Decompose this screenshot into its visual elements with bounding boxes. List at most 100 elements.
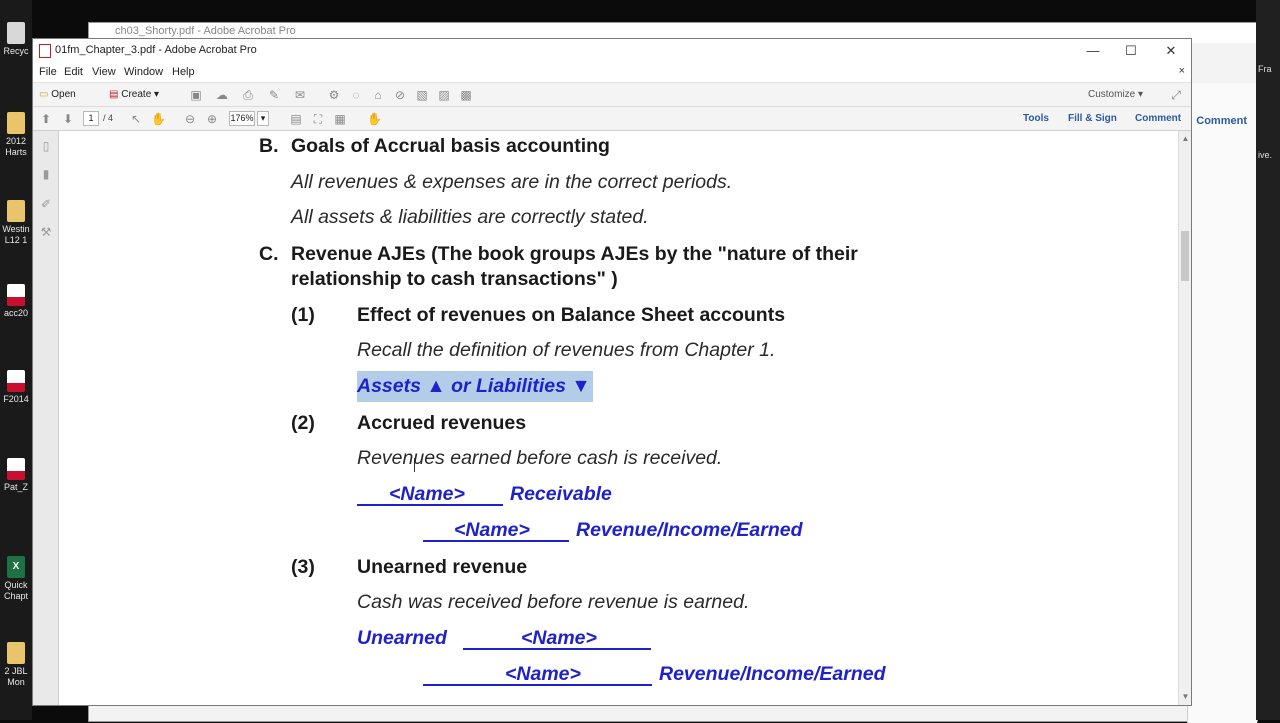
next-page-icon[interactable]: ⬇: [61, 112, 75, 126]
menu-help[interactable]: Help: [172, 66, 195, 78]
print-icon[interactable]: ⎙: [241, 88, 255, 102]
menu-view[interactable]: View: [92, 66, 116, 78]
zoom-out-icon[interactable]: ⊖: [183, 112, 197, 126]
pdf-app-icon: [39, 44, 51, 58]
delete-page-icon[interactable]: ⊘: [393, 88, 407, 102]
item3-entry1-prefix: Unearned: [357, 627, 447, 649]
pdf-file-icon: [7, 370, 25, 392]
desktop-right-strip: Fra ive.: [1256, 0, 1280, 720]
menu-file[interactable]: File: [39, 66, 57, 78]
pdf-file-icon: [7, 284, 25, 306]
desktop-right-label-1: Fra: [1258, 64, 1272, 74]
open-button[interactable]: ▭ Open: [39, 86, 76, 104]
scroll-down-icon[interactable]: ▼: [1180, 691, 1191, 702]
email-icon[interactable]: ✉: [293, 88, 307, 102]
item2-entry1-account: Receivable: [510, 483, 612, 505]
hand-tool-icon[interactable]: ✋: [151, 112, 166, 126]
main-toolbar: ▭ Open ▤ Create ▾ ▣ ☁ ⎙ ✎ ✉ ⚙ ◌ ⌂ ⊘ ▧ ▨ …: [33, 83, 1191, 107]
zoom-level-input[interactable]: 176%: [229, 111, 255, 126]
save-icon[interactable]: ▣: [189, 88, 203, 102]
desktop-icon-folder-harts[interactable]: 2012 Harts: [0, 112, 32, 158]
desktop-icon-pdf-f2014[interactable]: F2014: [0, 370, 32, 405]
gear-icon[interactable]: ⚙: [327, 88, 341, 102]
title-bar[interactable]: 01fm_Chapter_3.pdf - Adobe Acrobat Pro —…: [33, 39, 1191, 63]
item2-entry2-account: Revenue/Income/Earned: [576, 519, 803, 541]
scroll-mode-icon[interactable]: ▦: [333, 112, 347, 126]
item3-entry1-underline: [463, 648, 651, 650]
acrobat-window[interactable]: 01fm_Chapter_3.pdf - Adobe Acrobat Pro —…: [32, 38, 1192, 706]
signature-icon[interactable]: ✐: [39, 197, 53, 211]
desktop-icon-recycle-bin[interactable]: Recyc: [0, 22, 32, 57]
item3-entry2-account: Revenue/Income/Earned: [659, 663, 886, 685]
item2-entry2-underline: [423, 540, 569, 542]
scrollbar-thumb[interactable]: [1181, 231, 1189, 281]
zoom-in-icon[interactable]: ⊕: [205, 112, 219, 126]
read-mode-icon[interactable]: ✋: [367, 112, 382, 126]
document-view[interactable]: B. Goals of Accrual basis accounting All…: [59, 131, 1178, 705]
bookmarks-icon[interactable]: ▮: [39, 167, 53, 181]
redact-icon[interactable]: ▩: [459, 88, 473, 102]
item3-heading: Unearned revenue: [357, 556, 528, 578]
text-cursor-icon: [414, 458, 415, 472]
fill-sign-pane-link[interactable]: Fill & Sign: [1068, 113, 1117, 124]
menu-bar: File Edit View Window Help ×: [33, 63, 1191, 83]
background-comment-link[interactable]: Comment: [1196, 115, 1247, 127]
vertical-scrollbar[interactable]: ▲ ▼: [1178, 131, 1191, 705]
page-thumbnails-icon[interactable]: ▯: [39, 139, 53, 153]
create-pdf-icon: ▤: [109, 89, 119, 100]
comment-pane-link[interactable]: Comment: [1135, 113, 1181, 124]
folder-open-icon: ▭: [39, 89, 49, 100]
menu-edit[interactable]: Edit: [64, 66, 83, 78]
insert-page-icon[interactable]: ▨: [437, 88, 451, 102]
section-b-line2: All assets & liabilities are correctly s…: [291, 206, 649, 228]
page-number-input[interactable]: 1: [83, 111, 99, 126]
minimize-button[interactable]: —: [1073, 39, 1113, 63]
item2-entry1-name: <Name>: [389, 483, 465, 505]
folder-icon: [7, 112, 25, 134]
item2-entry2-name: <Name>: [454, 519, 530, 541]
item2-number: (2): [291, 412, 315, 434]
pdf-file-icon: [7, 458, 25, 480]
stamp-icon[interactable]: ⌂: [371, 88, 385, 102]
desktop-icon-folder-westin[interactable]: Westin L12 1: [0, 200, 32, 246]
document-close-icon[interactable]: ×: [1179, 65, 1185, 77]
previous-page-icon[interactable]: ⬆: [39, 112, 53, 126]
background-window-right-pane: [1187, 83, 1257, 723]
customize-button[interactable]: Customize ▾: [1088, 86, 1143, 104]
maximize-button[interactable]: ☐: [1111, 39, 1151, 63]
navigation-pane: ▯ ▮ ✐ ⚒: [33, 131, 59, 705]
edit-icon[interactable]: ✎: [267, 88, 281, 102]
desktop-icon-pdf-acc[interactable]: acc20: [0, 284, 32, 319]
close-button[interactable]: ✕: [1151, 39, 1191, 63]
item3-entry2-name: <Name>: [505, 663, 581, 685]
section-b-letter: B.: [259, 135, 279, 157]
item1-heading: Effect of revenues on Balance Sheet acco…: [357, 304, 786, 326]
section-b-heading: Goals of Accrual basis accounting: [291, 135, 610, 157]
section-c-letter: C.: [259, 243, 279, 265]
tools-icon[interactable]: ⚒: [39, 225, 53, 239]
select-tool-icon[interactable]: ↖: [129, 112, 143, 126]
page-total: / 4: [103, 113, 114, 123]
desktop-icon-excel-quick[interactable]: X Quick Chapt: [0, 556, 32, 602]
fit-page-icon[interactable]: ▤: [289, 112, 303, 126]
section-c-heading-line1: Revenue AJEs (The book groups AJEs by th…: [291, 243, 858, 265]
create-button[interactable]: ▤ Create ▾: [109, 86, 159, 104]
extract-page-icon[interactable]: ▧: [415, 88, 429, 102]
zoom-dropdown-chevron-icon[interactable]: ▾: [257, 111, 269, 126]
menu-window[interactable]: Window: [124, 66, 163, 78]
navigation-toolbar: ⬆ ⬇ 1 / 4 ↖ ✋ ⊖ ⊕ 176% ▾ ▤ ⛶ ▦ ✋ Tools F…: [33, 107, 1191, 131]
excel-file-icon: X: [7, 556, 25, 578]
tools-pane-link[interactable]: Tools: [1023, 113, 1049, 124]
window-title: 01fm_Chapter_3.pdf - Adobe Acrobat Pro: [55, 44, 257, 56]
cloud-icon[interactable]: ☁: [215, 88, 229, 102]
comment-bubble-icon[interactable]: ◌: [349, 88, 363, 102]
desktop-left-strip: Recyc 2012 Harts Westin L12 1 acc20 F201…: [0, 0, 32, 720]
expand-icon[interactable]: ⤢: [1169, 88, 1183, 102]
item1-number: (1): [291, 304, 315, 326]
scroll-up-icon[interactable]: ▲: [1180, 133, 1191, 144]
section-b-line1: All revenues & expenses are in the corre…: [291, 171, 733, 193]
chevron-down-icon: ▾: [1138, 89, 1144, 100]
desktop-icon-jbl[interactable]: 2 JBL Mon: [0, 642, 32, 688]
fit-width-icon[interactable]: ⛶: [311, 112, 325, 126]
desktop-icon-pdf-pat[interactable]: Pat_Z: [0, 458, 32, 493]
